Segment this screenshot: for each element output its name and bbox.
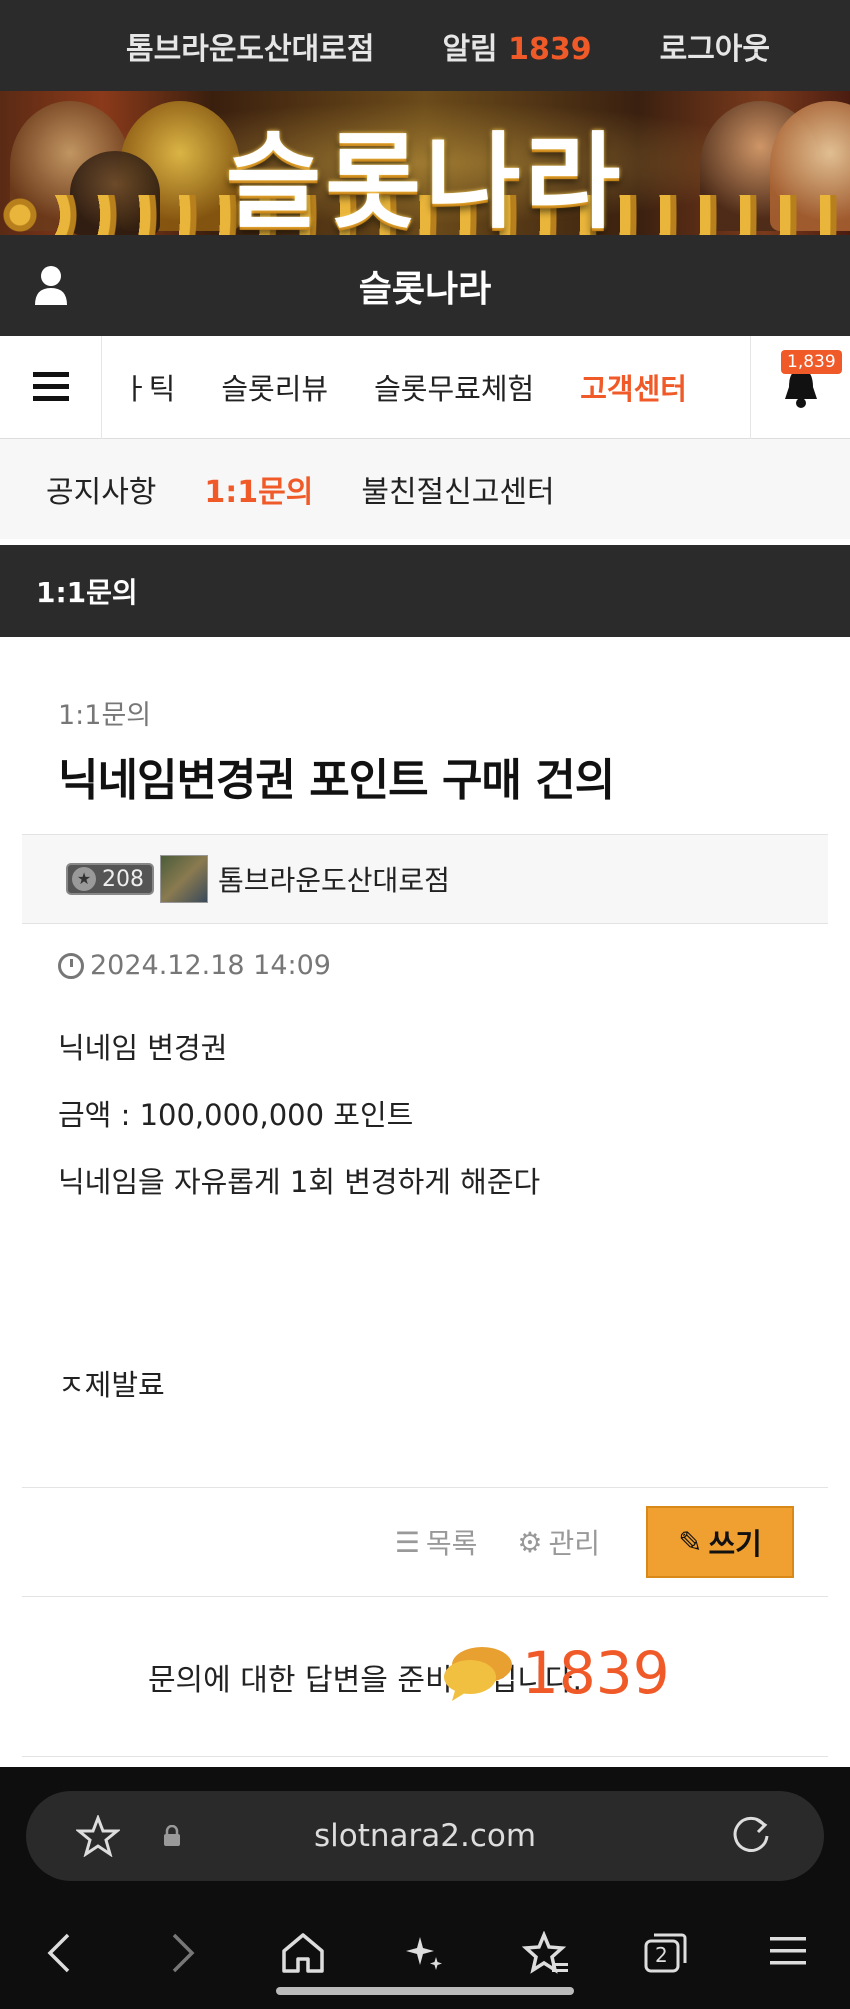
notification-button[interactable]: 1,839 [750, 335, 850, 439]
answer-section: 문의에 대한 답변을 준비 중입니다. 1839 [22, 1597, 828, 1757]
site-bar: 슬롯나라 [0, 235, 850, 336]
nav-item-partial[interactable]: ㅏ틱 [122, 366, 175, 408]
favorites-icon[interactable] [522, 1931, 570, 1975]
level-badge: ★ 208 [66, 863, 154, 895]
top-bar: 톰브라운도산대로점 알림 1839 로그아웃 [0, 0, 850, 91]
browser-chrome: slotnara2.com 2 [0, 1767, 850, 2009]
username-link[interactable]: 톰브라운도산대로점 [126, 24, 374, 68]
alarm-link[interactable]: 알림 1839 [442, 24, 591, 68]
board-title-bar: 1:1문의 [0, 545, 850, 637]
sparkle-icon[interactable] [402, 1931, 446, 1975]
list-button[interactable]: ☰ 목록 [395, 1522, 478, 1562]
post-date: 2024.12.18 14:09 [22, 950, 828, 981]
pencil-icon: ✎ [678, 1525, 703, 1559]
alarm-count: 1839 [508, 31, 592, 67]
url-text: slotnara2.com [313, 1818, 537, 1854]
chat-widget[interactable]: 1839 [442, 1639, 670, 1707]
main-nav: ㅏ틱 슬롯리뷰 슬롯무료체험 고객센터 1,839 [0, 335, 850, 439]
author-name[interactable]: 톰브라운도산대로점 [218, 859, 450, 899]
nav-items: ㅏ틱 슬롯리뷰 슬롯무료체험 고객센터 [102, 336, 750, 438]
post-line: 금액 : 100,000,000 포인트 [58, 1098, 414, 1132]
post: 1:1문의 닉네임변경권 포인트 구매 건의 ★ 208 톰브라운도산대로점 2… [0, 693, 850, 1757]
tab-count: 2 [655, 1943, 668, 1967]
home-icon[interactable] [280, 1931, 326, 1975]
author-row: ★ 208 톰브라운도산대로점 [22, 834, 828, 924]
post-line: 닉네임을 자유롭게 1회 변경하게 해준다 [58, 1165, 541, 1199]
write-label: 쓰기 [708, 1527, 762, 1561]
menu-icon[interactable] [768, 1931, 808, 1971]
menu-button[interactable] [0, 335, 102, 439]
chat-count: 1839 [522, 1639, 670, 1707]
browser-toolbar: 2 [0, 1917, 850, 1997]
post-datetime: 2024.12.18 14:09 [90, 950, 331, 981]
post-title: 닉네임변경권 포인트 구매 건의 [58, 755, 615, 806]
post-actions: ☰ 목록 ⚙ 관리 ✎ 쓰기 [22, 1487, 828, 1597]
subnav-item-notice[interactable]: 공지사항 [46, 467, 156, 511]
forward-icon[interactable] [168, 1931, 198, 1975]
list-label: 목록 [425, 1527, 478, 1560]
tabs-button[interactable]: 2 [642, 1931, 688, 1975]
post-body: 닉네임 변경권 금액 : 100,000,000 포인트 닉네임을 자유롭게 1… [22, 1025, 828, 1429]
level-number: 208 [102, 866, 144, 892]
clock-icon [58, 952, 84, 979]
board-title: 1:1문의 [36, 576, 138, 609]
alarm-label: 알림 [442, 31, 498, 67]
site-banner[interactable]: 슬롯나라 [0, 91, 850, 235]
manage-label: 관리 [548, 1527, 600, 1560]
list-icon: ☰ [394, 1525, 420, 1559]
logout-link[interactable]: 로그아웃 [660, 24, 770, 68]
subnav-item-inquiry[interactable]: 1:1문의 [204, 467, 313, 511]
reload-icon[interactable] [728, 1813, 774, 1859]
post-line: 닉네임 변경권 [58, 1031, 228, 1065]
nav-item-customer-center[interactable]: 고객센터 [580, 366, 687, 408]
level-star-icon: ★ [72, 867, 96, 891]
gear-icon: ⚙ [517, 1525, 543, 1559]
manage-button[interactable]: ⚙ 관리 [517, 1522, 600, 1562]
banner-logo: 슬롯나라 [225, 121, 625, 235]
nav-item-slot-review[interactable]: 슬롯리뷰 [221, 366, 328, 408]
avatar[interactable] [160, 855, 208, 903]
home-indicator[interactable] [276, 1987, 574, 1995]
subnav-item-complaint[interactable]: 불친절신고센터 [361, 467, 554, 511]
back-icon[interactable] [44, 1931, 74, 1975]
user-icon[interactable] [34, 265, 68, 305]
post-category[interactable]: 1:1문의 [22, 693, 828, 732]
write-button[interactable]: ✎ 쓰기 [646, 1506, 794, 1578]
address-bar[interactable]: slotnara2.com [26, 1791, 824, 1881]
post-signature: ㅈ제발료 [58, 1368, 165, 1402]
chat-bubble-icon [444, 1647, 512, 1701]
sub-nav: 공지사항 1:1문의 불친절신고센터 [0, 439, 850, 539]
hamburger-icon [32, 372, 69, 401]
site-name[interactable]: 슬롯나라 [359, 260, 491, 312]
notification-badge: 1,839 [781, 349, 842, 374]
nav-item-free-slot[interactable]: 슬롯무료체험 [374, 366, 534, 408]
